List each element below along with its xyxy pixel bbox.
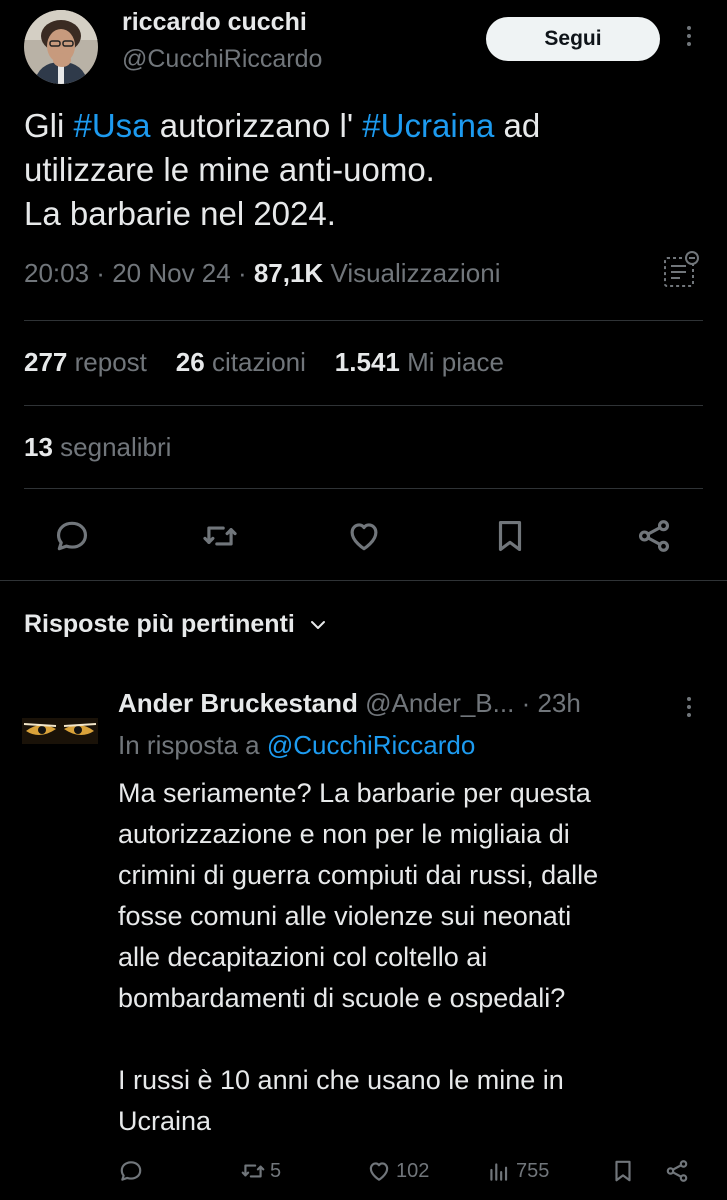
more-options-icon[interactable] xyxy=(687,26,691,46)
reply-share-button[interactable] xyxy=(664,1158,690,1184)
reply-icon xyxy=(120,1161,142,1181)
follow-button[interactable]: Segui xyxy=(486,17,660,61)
hashtag-ucraina[interactable]: #Ucraina xyxy=(362,107,494,144)
repost-icon xyxy=(241,1164,265,1178)
bookmark-icon xyxy=(615,1160,631,1182)
likes-stat[interactable]: 1.541 Mi piace xyxy=(335,347,504,377)
reply-author-handle[interactable]: @Ander_B... xyxy=(365,688,514,718)
tweet-stats: 277 repost 26 citazioni 1.541 Mi piace xyxy=(24,347,504,378)
reply-views-button[interactable]: 755 xyxy=(486,1158,549,1184)
hashtag-usa[interactable]: #Usa xyxy=(74,107,151,144)
analytics-icon xyxy=(490,1163,508,1181)
tweet-text-mid: autorizzano l' xyxy=(150,107,363,144)
reply-action-bar: 5 102 755 xyxy=(118,1158,707,1188)
author-name[interactable]: riccardo cucchi xyxy=(122,8,307,37)
reply-header: Ander Bruckestand @Ander_B... · 23h xyxy=(118,688,581,718)
reply-context: In risposta a @CucchiRiccardo xyxy=(118,730,475,761)
author-avatar[interactable] xyxy=(24,10,98,84)
share-icon xyxy=(666,1160,688,1182)
replies-section-title: Risposte più pertinenti xyxy=(24,610,295,638)
chevron-down-icon xyxy=(310,620,325,629)
reply-author-name[interactable]: Ander Bruckestand xyxy=(118,688,358,718)
reply-reply-button[interactable] xyxy=(118,1158,144,1184)
reply-like-button[interactable]: 102 xyxy=(366,1158,429,1184)
repost-icon[interactable] xyxy=(200,516,240,556)
reply-icon[interactable] xyxy=(52,516,92,556)
in-reply-label: In risposta a xyxy=(118,730,260,760)
bookmark-icon[interactable] xyxy=(490,516,530,556)
reply-like-count: 102 xyxy=(396,1159,430,1182)
tweet-date[interactable]: 20 Nov 24 xyxy=(112,258,231,288)
tweet-time[interactable]: 20:03 xyxy=(24,258,89,288)
replies-sort-toggle[interactable]: Risposte più pertinenti xyxy=(24,610,327,639)
share-icon[interactable] xyxy=(634,516,674,556)
reply-time[interactable]: 23h xyxy=(537,688,580,718)
reply-repost-count: 5 xyxy=(270,1159,282,1182)
reply-text-line: fosse comuni alle violenze sui neonati xyxy=(118,901,572,931)
post-analytics-icon[interactable] xyxy=(660,250,702,292)
author-handle[interactable]: @CucchiRiccardo xyxy=(122,45,322,74)
views-count: 87,1K xyxy=(253,258,324,288)
bookmarks-stat[interactable]: 13 segnalibri xyxy=(24,432,171,463)
reply-text-line: alle decapitazioni col coltello ai xyxy=(118,942,488,972)
reply-bookmark-button[interactable] xyxy=(610,1158,636,1184)
tweet-text-suffix: ad xyxy=(494,107,541,144)
reply-text-line xyxy=(118,1019,698,1060)
tweet-text-prefix: Gli xyxy=(24,107,74,144)
reply-more-icon[interactable] xyxy=(687,697,691,717)
reposts-stat[interactable]: 277 repost xyxy=(24,347,147,377)
reply-text-line: autorizzazione e non per le migliaia di xyxy=(118,819,570,849)
heart-icon xyxy=(369,1162,389,1181)
like-icon[interactable] xyxy=(344,516,384,556)
reply-text-line: I russi è 10 anni che usano le mine in xyxy=(118,1065,564,1095)
tweet-text-line: utilizzare le mine anti-uomo. xyxy=(24,151,435,188)
tweet-text-line: La barbarie nel 2024. xyxy=(24,195,336,232)
reply-text-line: Ma seriamente? La barbarie per questa xyxy=(118,778,591,808)
tweet-text: Gli #Usa autorizzano l' #Ucraina ad util… xyxy=(24,104,674,236)
reply-text-line: Ucraina xyxy=(118,1106,212,1136)
in-reply-handle[interactable]: @CucchiRiccardo xyxy=(267,730,475,760)
reply-repost-button[interactable]: 5 xyxy=(240,1158,281,1184)
reply-text-line: bombardamenti di scuole e ospedali? xyxy=(118,983,566,1013)
quotes-stat[interactable]: 26 citazioni xyxy=(176,347,306,377)
reply-views-count: 755 xyxy=(516,1159,550,1182)
reply-avatar[interactable] xyxy=(22,718,98,744)
reply-text: Ma seriamente? La barbarie per questa au… xyxy=(118,773,698,1142)
views-label: Visualizzazioni xyxy=(330,258,501,288)
tweet-meta: 20:03 · 20 Nov 24 · 87,1K Visualizzazion… xyxy=(24,258,501,288)
reply-text-line: crimini di guerra compiuti dai russi, da… xyxy=(118,860,599,890)
